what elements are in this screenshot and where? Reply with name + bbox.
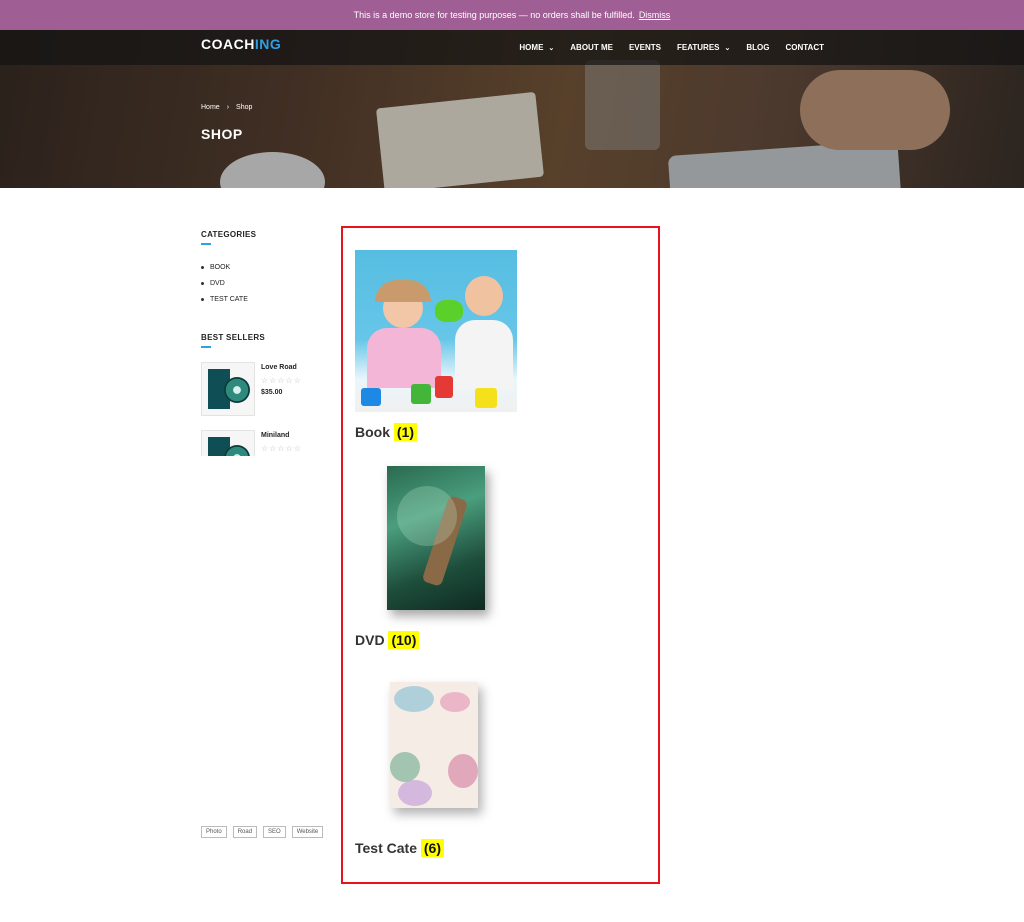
nav-item-blog[interactable]: BLOG — [738, 43, 777, 52]
category-image-dvd[interactable] — [387, 466, 485, 610]
paint-pot-shape — [361, 388, 381, 406]
floral-shape — [394, 686, 434, 712]
nav-item-features[interactable]: FEATURES ⌄ — [669, 43, 738, 52]
tag-seo[interactable]: SEO — [263, 826, 286, 838]
nav-label: HOME — [519, 43, 544, 52]
product-price: $35.00 — [261, 389, 283, 396]
tag-website[interactable]: Website — [291, 826, 324, 838]
categories-widget-title: CATEGORIES — [201, 230, 257, 239]
product-thumbnail[interactable] — [201, 430, 255, 456]
category-title-test-cate[interactable]: Test Cate (6) — [355, 839, 444, 857]
category-item-book[interactable]: BOOK — [201, 259, 331, 275]
chevron-down-icon: ⌄ — [724, 44, 731, 52]
category-image-book[interactable] — [355, 250, 517, 412]
product-category-list: Book (1) DVD (10) Test Cate (6) — [341, 226, 660, 884]
category-title-book[interactable]: Book (1) — [355, 423, 418, 441]
tag-photo[interactable]: Photo — [201, 826, 227, 838]
category-card-book: Book (1) — [355, 250, 517, 441]
dvd-disc-image — [224, 377, 250, 403]
nav-label: ABOUT ME — [570, 43, 613, 52]
dismiss-link[interactable]: Dismiss — [639, 10, 671, 20]
paint-pot-shape — [435, 376, 453, 398]
category-list: BOOK DVD TEST CATE — [201, 259, 331, 307]
nav-label: CONTACT — [785, 43, 824, 52]
chevron-down-icon: ⌄ — [548, 44, 555, 52]
logo-text-main: COACH — [201, 36, 255, 52]
nav-item-events[interactable]: EVENTS — [621, 43, 669, 52]
demo-notice-text: This is a demo store for testing purpose… — [353, 10, 635, 20]
product-name[interactable]: Miniland — [261, 432, 302, 439]
main-navigation: COACHING HOME ⌄ ABOUT ME EVENTS FEATURES… — [0, 30, 1024, 65]
category-title-dvd[interactable]: DVD (10) — [355, 631, 420, 649]
bullet-icon — [201, 265, 204, 269]
paint-pot-shape — [475, 388, 497, 408]
best-seller-item: Miniland ☆☆☆☆☆ — [201, 430, 331, 456]
page-title: SHOP — [201, 126, 243, 142]
product-thumbnail[interactable] — [201, 362, 255, 416]
child-hair-shape — [375, 280, 431, 302]
paint-pot-shape — [411, 384, 431, 404]
product-name[interactable]: Love Road — [261, 364, 302, 371]
sidebar: CATEGORIES BOOK DVD TEST CATE BEST SELLE… — [201, 230, 331, 456]
breadcrumb: Home › Shop — [201, 104, 252, 111]
category-label: TEST CATE — [210, 295, 248, 303]
nav-label: BLOG — [746, 43, 770, 52]
paint-hand-shape — [435, 300, 463, 322]
category-name: DVD — [355, 632, 385, 648]
floral-shape — [440, 692, 470, 712]
chevron-right-icon: › — [226, 104, 230, 111]
breadcrumb-current: Shop — [236, 104, 253, 111]
category-card-dvd: DVD (10) — [355, 466, 485, 649]
bullet-icon — [201, 297, 204, 301]
child-face-shape — [465, 276, 503, 316]
nav-item-about-me[interactable]: ABOUT ME — [562, 43, 621, 52]
nav-item-home[interactable]: HOME ⌄ — [511, 43, 562, 52]
best-sellers-widget-title: BEST SELLERS — [201, 333, 266, 342]
light-shape — [397, 486, 457, 546]
floral-shape — [398, 780, 432, 806]
best-seller-item: Love Road ☆☆☆☆☆ $35.00 — [201, 362, 331, 416]
category-item-dvd[interactable]: DVD — [201, 275, 331, 291]
category-count: (6) — [420, 839, 444, 857]
category-label: BOOK — [210, 263, 231, 271]
floral-shape — [390, 752, 420, 782]
child-dress-shape — [455, 320, 513, 390]
breadcrumb-home[interactable]: Home — [201, 104, 220, 111]
category-label: DVD — [210, 279, 225, 287]
star-rating: ☆☆☆☆☆ — [261, 376, 302, 385]
title-underline — [201, 346, 211, 348]
demo-store-notice: This is a demo store for testing purpose… — [0, 0, 1024, 30]
category-name: Test Cate — [355, 840, 417, 856]
child-dress-shape — [367, 328, 441, 388]
category-count: (10) — [388, 631, 420, 649]
category-name: Book — [355, 424, 390, 440]
title-underline — [201, 243, 211, 245]
bullet-icon — [201, 281, 204, 285]
nav-label: EVENTS — [628, 43, 661, 52]
page-hero: COACHING HOME ⌄ ABOUT ME EVENTS FEATURES… — [0, 30, 1024, 188]
tag-cloud: Photo Road SEO Website — [201, 826, 324, 838]
category-image-test-cate[interactable] — [390, 682, 478, 808]
site-logo[interactable]: COACHING — [201, 36, 281, 52]
nav-label: FEATURES — [676, 43, 720, 52]
category-card-test-cate: Test Cate (6) — [355, 682, 478, 857]
category-item-test-cate[interactable]: TEST CATE — [201, 291, 331, 307]
nav-menu: HOME ⌄ ABOUT ME EVENTS FEATURES ⌄ BLOG C… — [511, 30, 832, 65]
logo-text-accent: ING — [254, 36, 282, 52]
nav-item-contact[interactable]: CONTACT — [777, 43, 832, 52]
category-count: (1) — [393, 423, 418, 441]
tag-road[interactable]: Road — [232, 826, 258, 838]
star-rating: ☆☆☆☆☆ — [261, 444, 302, 453]
floral-shape — [448, 754, 478, 788]
